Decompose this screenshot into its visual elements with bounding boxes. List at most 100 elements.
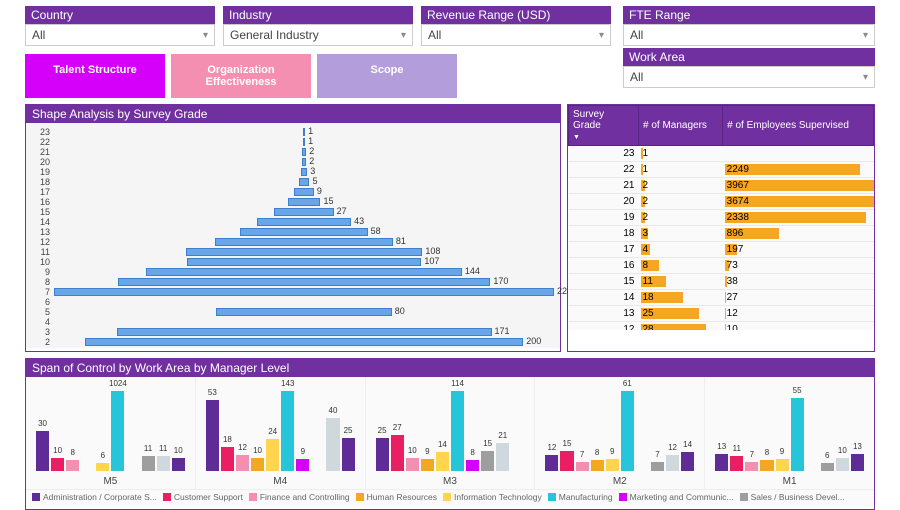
span-bar[interactable]: 8 [466,460,479,471]
filter-fte-select[interactable]: All ▾ [623,24,875,46]
manager-table-scroll[interactable]: Survey Grade▼ # of Managers # of Employe… [568,105,874,330]
span-bar[interactable]: 13 [851,454,864,471]
table-row: 151138 [569,274,874,290]
span-bar[interactable]: 13 [715,454,728,471]
span-bar[interactable]: 40 [326,418,339,471]
span-bar[interactable]: 14 [436,452,449,471]
chevron-down-icon: ▾ [863,30,868,41]
legend-item[interactable]: Human Resources [356,492,437,502]
span-bar[interactable]: 11 [730,456,743,471]
shape-bar-value: 80 [395,306,405,316]
filter-revenue-select[interactable]: All ▾ [421,24,611,46]
shape-bar[interactable] [299,178,310,186]
shape-bar[interactable] [215,238,393,246]
manager-table-panel: Survey Grade▼ # of Managers # of Employe… [567,104,875,352]
span-bar[interactable]: 8 [760,460,773,471]
span-bar[interactable]: 10 [172,458,185,471]
span-bar[interactable]: 114 [451,391,464,471]
span-bar[interactable]: 10 [51,458,64,471]
cell-num-managers: 8 [639,258,723,274]
tab-scope[interactable]: Scope [317,54,457,98]
span-bar[interactable]: 8 [591,460,604,471]
span-bar[interactable]: 143 [281,391,294,471]
span-bar[interactable]: 30 [36,431,49,471]
shape-row: 9144 [32,267,554,277]
shape-grade-label: 7 [32,287,50,297]
shape-bar[interactable] [257,218,351,226]
tab-org-effectiveness[interactable]: Organization Effectiveness [171,54,311,98]
span-bar-value: 12 [238,443,247,452]
shape-bar[interactable] [274,208,333,216]
span-bar[interactable]: 7 [745,462,758,471]
span-bar[interactable]: 15 [560,451,573,471]
col-survey-grade[interactable]: Survey Grade▼ [569,106,639,146]
legend-item[interactable]: Finance and Controlling [249,492,350,502]
span-bar[interactable]: 12 [236,455,249,471]
shape-bar[interactable] [117,328,492,336]
span-bar[interactable]: 10 [836,458,849,471]
span-bar[interactable]: 8 [66,460,79,471]
span-bar[interactable]: 12 [666,455,679,471]
shape-bar[interactable] [85,338,524,346]
legend-item[interactable]: Information Technology [443,492,542,502]
cell-num-managers: 3 [639,226,723,242]
legend-item[interactable]: Customer Support [163,492,243,502]
span-bar[interactable]: 11 [157,456,170,471]
span-bar[interactable]: 9 [421,459,434,471]
span-bar[interactable]: 27 [391,435,404,471]
filter-country-label: Country [25,6,215,24]
legend-item[interactable]: Sales / Business Devel... [740,492,845,502]
span-bar[interactable]: 11 [142,456,155,471]
shape-bar[interactable] [303,138,305,146]
shape-bar[interactable] [186,248,423,256]
shape-bar[interactable] [302,148,306,156]
shape-analysis-chart[interactable]: 2312212122021931851791615152714431358128… [26,123,560,348]
span-bar[interactable]: 21 [496,443,509,471]
span-bar[interactable]: 10 [406,458,419,471]
span-bar[interactable]: 18 [221,447,234,471]
shape-bar[interactable] [216,308,391,316]
shape-bar[interactable] [303,128,305,136]
shape-bar[interactable] [146,268,462,276]
span-bar[interactable]: 24 [266,439,279,471]
shape-bar[interactable] [301,168,308,176]
span-bar[interactable]: 6 [96,463,109,471]
tab-talent-structure[interactable]: Talent Structure [25,54,165,98]
col-num-managers[interactable]: # of Managers [639,106,723,146]
span-bar[interactable]: 15 [481,451,494,471]
span-bar[interactable]: 61 [621,391,634,471]
span-bar[interactable]: 7 [651,462,664,471]
shape-bar-value: 200 [526,336,541,346]
cell-num-employees: 10 [723,322,874,331]
shape-bar[interactable] [118,278,491,286]
span-bar[interactable]: 55 [791,398,804,471]
span-bar[interactable]: 6 [821,463,834,471]
shape-bar[interactable] [288,198,321,206]
shape-bar[interactable] [187,258,422,266]
span-bar[interactable]: 25 [342,438,355,471]
shape-bar[interactable] [294,188,314,196]
col-num-employees[interactable]: # of Employees Supervised [723,106,874,146]
span-of-control-chart[interactable]: 3010861024111110M5531812102414394025M425… [26,377,874,489]
span-bar[interactable]: 9 [776,459,789,471]
cell-num-employees: 2249 [723,162,874,178]
shape-bar[interactable] [54,288,554,296]
filter-workarea-select[interactable]: All ▾ [623,66,875,88]
span-bar[interactable]: 9 [296,459,309,471]
span-bar[interactable]: 7 [576,462,589,471]
legend-item[interactable]: Manufacturing [548,492,613,502]
span-bar[interactable]: 10 [251,458,264,471]
span-bar[interactable]: 25 [376,438,389,471]
shape-bar[interactable] [240,228,367,236]
span-bar[interactable]: 9 [606,459,619,471]
span-bar[interactable]: 1024 [111,391,124,471]
span-bar[interactable]: 12 [545,455,558,471]
cell-num-employees: 73 [723,258,874,274]
span-bar[interactable]: 14 [681,452,694,471]
filter-country-select[interactable]: All ▾ [25,24,215,46]
legend-item[interactable]: Administration / Corporate S... [32,492,157,502]
span-bar[interactable]: 53 [206,400,219,471]
filter-industry-select[interactable]: General Industry ▾ [223,24,413,46]
shape-bar[interactable] [302,158,306,166]
legend-item[interactable]: Marketing and Communic... [619,492,734,502]
